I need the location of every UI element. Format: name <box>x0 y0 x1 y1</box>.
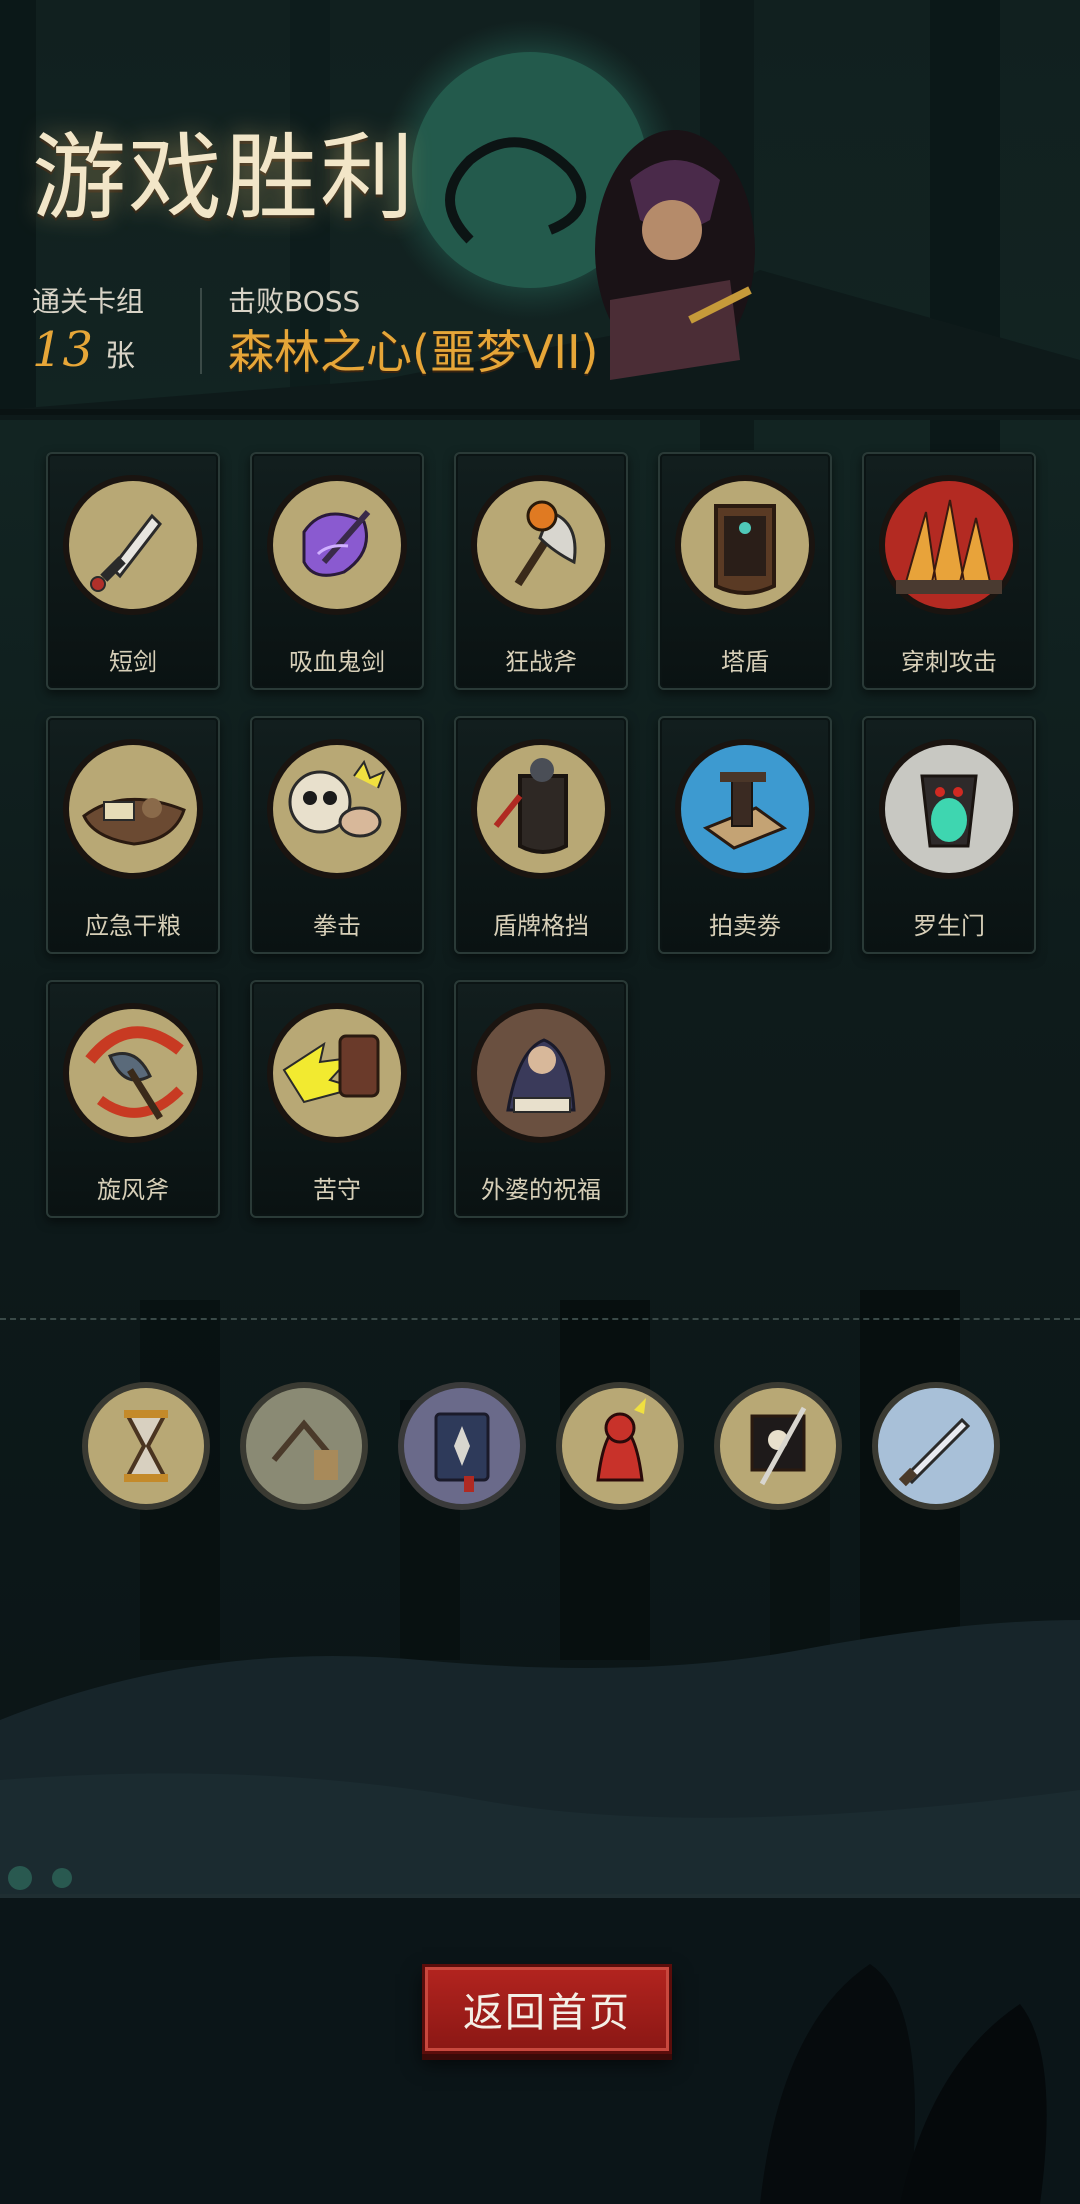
card-shield-block[interactable]: 盾牌格挡 <box>454 716 628 954</box>
endure-icon <box>267 1003 407 1143</box>
card-name: 应急干粮 <box>85 912 181 940</box>
card-name: 盾牌格挡 <box>493 912 589 940</box>
card-spike-attack[interactable]: 穿刺攻击 <box>862 452 1036 690</box>
card-name: 狂战斧 <box>505 648 577 676</box>
grandma-blessing-icon <box>471 1003 611 1143</box>
return-home-button[interactable]: 返回首页 <box>422 1964 672 2054</box>
ration-icon <box>63 739 203 879</box>
shield-block-icon <box>471 739 611 879</box>
boss-label: 击败BOSS <box>228 285 361 318</box>
card-demon-gate[interactable]: 罗生门 <box>862 716 1036 954</box>
card-whirlwind-axe[interactable]: 旋风斧 <box>46 980 220 1218</box>
tower-shield-icon <box>675 475 815 615</box>
card-name: 穿刺攻击 <box>901 648 997 676</box>
card-name: 短剑 <box>109 648 157 676</box>
spellbook-icon[interactable] <box>396 1380 528 1512</box>
pirate-flag-icon[interactable] <box>712 1380 844 1512</box>
whirlwind-axe-icon <box>63 1003 203 1143</box>
card-endure[interactable]: 苦守 <box>250 980 424 1218</box>
heroine-portrait <box>595 130 755 380</box>
deck-count-group: 13 张 <box>32 322 135 378</box>
berserker-axe-icon <box>471 475 611 615</box>
card-berserker-axe[interactable]: 狂战斧 <box>454 452 628 690</box>
victory-screen: 游戏胜利 通关卡组 13 张 击败BOSS 森林之心(噩梦VII) 短剑 吸血鬼… <box>0 0 1080 2204</box>
boss-name: 森林之心(噩梦VII) <box>228 325 599 379</box>
card-name: 吸血鬼剑 <box>289 648 385 676</box>
card-name: 拍卖劵 <box>709 912 781 940</box>
deck-unit: 张 <box>105 339 136 374</box>
card-name: 苦守 <box>313 1176 361 1204</box>
vampire-sword-icon <box>267 475 407 615</box>
card-tower-shield[interactable]: 塔盾 <box>658 452 832 690</box>
blade-icon[interactable] <box>870 1380 1002 1512</box>
hourglass-icon[interactable] <box>80 1380 212 1512</box>
card-dagger[interactable]: 短剑 <box>46 452 220 690</box>
card-name: 拳击 <box>313 912 361 940</box>
page-title: 游戏胜利 <box>32 124 417 233</box>
card-ration[interactable]: 应急干粮 <box>46 716 220 954</box>
trap-icon[interactable] <box>238 1380 370 1512</box>
card-name: 外婆的祝福 <box>481 1176 601 1204</box>
stat-divider <box>200 288 202 374</box>
spike-attack-icon <box>879 475 1019 615</box>
card-name: 旋风斧 <box>97 1176 169 1204</box>
card-auction-ticket[interactable]: 拍卖劵 <box>658 716 832 954</box>
card-grandma-blessing[interactable]: 外婆的祝福 <box>454 980 628 1218</box>
punch-icon <box>267 739 407 879</box>
card-name: 塔盾 <box>721 648 769 676</box>
card-vampire-sword[interactable]: 吸血鬼剑 <box>250 452 424 690</box>
dagger-icon <box>63 475 203 615</box>
auction-ticket-icon <box>675 739 815 879</box>
section-divider <box>0 1318 1080 1320</box>
deck-label: 通关卡组 <box>32 285 145 318</box>
deck-count: 13 <box>32 322 94 378</box>
demon-gate-icon <box>879 739 1019 879</box>
card-punch[interactable]: 拳击 <box>250 716 424 954</box>
card-name: 罗生门 <box>913 912 985 940</box>
imp-icon[interactable] <box>554 1380 686 1512</box>
